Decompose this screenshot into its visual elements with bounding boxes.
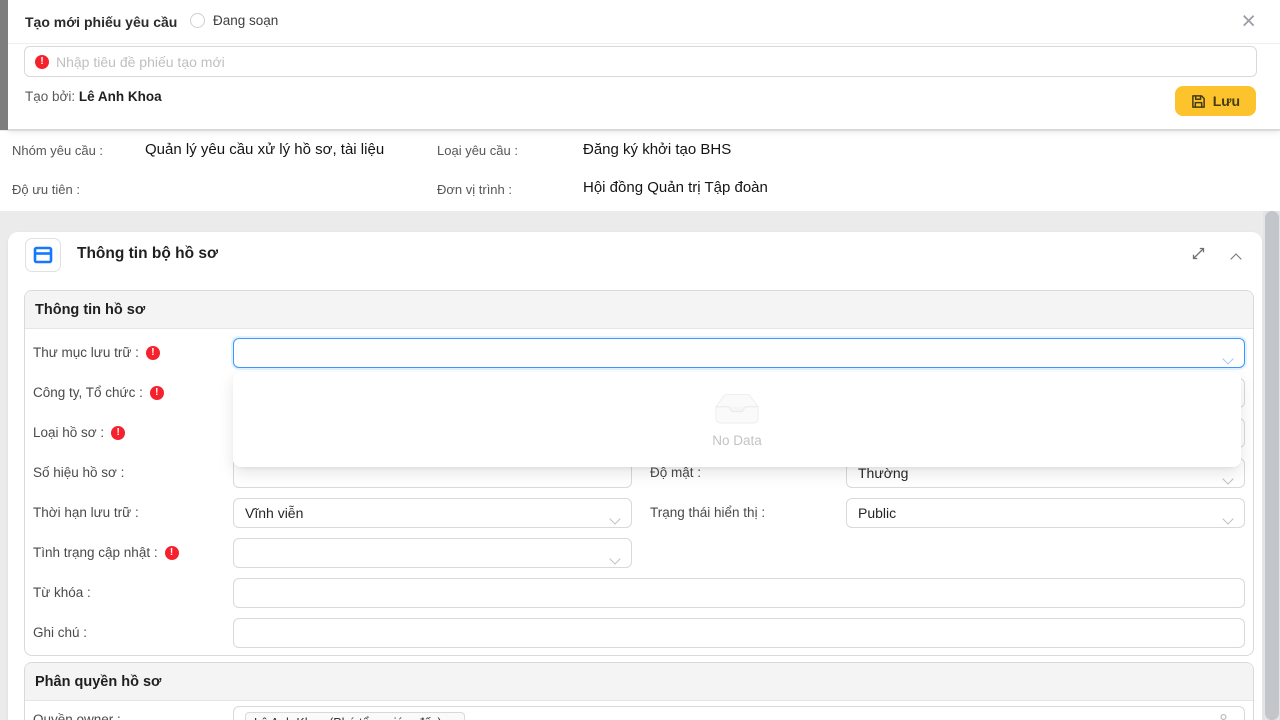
- note-label: Ghi chú :: [33, 625, 87, 640]
- retention-label: Thời hạn lưu trữ :: [33, 505, 139, 520]
- permission-panel-header: Phân quyền hồ sơ: [25, 663, 1253, 701]
- folder-label: Thư mục lưu trữ : !: [33, 345, 160, 360]
- owner-label-text: Quyền owner :: [33, 712, 121, 720]
- save-button-label: Lưu: [1213, 93, 1240, 109]
- keyword-input[interactable]: [233, 578, 1245, 608]
- user-icon: [1217, 713, 1230, 720]
- dossier-icon-box: [25, 238, 61, 272]
- created-by-label: Tạo bởi:: [25, 89, 75, 104]
- modal-title: Tạo mới phiếu yêu cầu: [25, 14, 177, 30]
- update-status-label: Tình trạng cập nhật : !: [33, 545, 179, 560]
- dossier-number-label-text: Số hiệu hồ sơ :: [33, 465, 124, 480]
- group-label: Nhóm yêu cầu :: [12, 143, 103, 158]
- display-status-label: Trạng thái hiển thị :: [650, 505, 765, 520]
- dossier-card-header: Thông tin bộ hồ sơ: [8, 232, 1262, 278]
- save-icon: [1191, 94, 1206, 109]
- status-radio-label: Đang soạn: [213, 13, 278, 28]
- dossier-card-title: Thông tin bộ hồ sơ: [77, 245, 218, 263]
- retention-value: Vĩnh viễn: [245, 505, 303, 521]
- required-icon: !: [35, 55, 49, 69]
- dossier-card: Thông tin bộ hồ sơ Thông tin hồ sơ Thư m…: [8, 232, 1262, 720]
- title-input-placeholder: Nhập tiêu đề phiếu tạo mới: [56, 54, 225, 70]
- chevron-down-icon: [611, 550, 619, 566]
- note-label-text: Ghi chú :: [33, 625, 87, 640]
- expand-icon[interactable]: [1191, 246, 1206, 266]
- update-status-select[interactable]: [233, 538, 632, 568]
- retention-label-text: Thời hạn lưu trữ :: [33, 505, 139, 520]
- scrollbar-track[interactable]: [1263, 211, 1280, 720]
- no-data-text: No Data: [712, 433, 762, 448]
- owner-label: Quyền owner :: [33, 712, 121, 720]
- created-by: Tạo bởi: Lê Anh Khoa: [25, 89, 162, 104]
- scrollbar-thumb[interactable]: [1265, 211, 1279, 720]
- owner-tag-label: Lê Anh Khoa (Phó tổng giám đốc): [254, 716, 442, 720]
- doc-type-label: Loại hồ sơ : !: [33, 425, 125, 440]
- doc-type-label-text: Loại hồ sơ :: [33, 425, 104, 440]
- display-status-value: Public: [858, 505, 896, 521]
- status-radio-group[interactable]: Đang soạn: [190, 13, 278, 28]
- create-request-modal: Tạo mới phiếu yêu cầu Đang soạn × ! Nhập…: [0, 0, 1280, 720]
- unit-value: Hội đồng Quản trị Tập đoàn: [583, 179, 768, 196]
- permission-panel-title: Phân quyền hồ sơ: [35, 674, 161, 690]
- update-status-label-text: Tình trạng cập nhật :: [33, 545, 158, 560]
- required-icon: !: [146, 346, 160, 360]
- owner-field[interactable]: Lê Anh Khoa (Phó tổng giám đốc) ×: [233, 706, 1245, 720]
- type-value: Đăng ký khởi tạo BHS: [583, 141, 731, 158]
- chevron-down-icon: [1224, 350, 1232, 366]
- modal-title-row: Tạo mới phiếu yêu cầu Đang soạn ×: [8, 0, 1280, 44]
- secrecy-label: Độ mật :: [650, 465, 701, 480]
- chevron-down-icon: [1224, 470, 1232, 486]
- type-label: Loại yêu cầu :: [437, 143, 518, 158]
- owner-tag[interactable]: Lê Anh Khoa (Phó tổng giám đốc) ×: [245, 712, 465, 720]
- save-button[interactable]: Lưu: [1175, 86, 1256, 116]
- organization-label-text: Công ty, Tổ chức :: [33, 385, 143, 400]
- retention-select[interactable]: Vĩnh viễn: [233, 498, 632, 528]
- secrecy-label-text: Độ mật :: [650, 465, 701, 480]
- overlay-edge: [0, 0, 8, 130]
- organization-label: Công ty, Tổ chức : !: [33, 385, 164, 400]
- unit-label: Đơn vị trình :: [437, 182, 512, 197]
- required-icon: !: [165, 546, 179, 560]
- title-input[interactable]: ! Nhập tiêu đề phiếu tạo mới: [24, 46, 1257, 77]
- keyword-label: Từ khóa :: [33, 585, 91, 600]
- created-by-name: Lê Anh Khoa: [79, 89, 162, 104]
- group-value: Quản lý yêu cầu xử lý hồ sơ, tài liệu: [145, 141, 384, 158]
- info-panel-header: Thông tin hồ sơ: [25, 291, 1253, 329]
- collapse-icon[interactable]: [1232, 250, 1240, 268]
- required-icon: !: [150, 386, 164, 400]
- empty-box-icon: [711, 391, 763, 425]
- chevron-down-icon: [611, 510, 619, 526]
- remove-tag-icon[interactable]: ×: [449, 716, 457, 720]
- modal-header: Tạo mới phiếu yêu cầu Đang soạn × ! Nhập…: [8, 0, 1280, 130]
- info-panel-title: Thông tin hồ sơ: [35, 302, 145, 318]
- dossier-panel-icon: [33, 246, 53, 264]
- radio-unchecked-icon[interactable]: [190, 13, 205, 28]
- display-status-label-text: Trạng thái hiển thị :: [650, 505, 765, 520]
- required-icon: !: [111, 426, 125, 440]
- keyword-label-text: Từ khóa :: [33, 585, 91, 600]
- folder-select[interactable]: [233, 338, 1245, 368]
- priority-label: Độ ưu tiên :: [12, 182, 80, 197]
- dossier-number-label: Số hiệu hồ sơ :: [33, 465, 124, 480]
- chevron-down-icon: [1224, 510, 1232, 526]
- request-summary: Nhóm yêu cầu : Quản lý yêu cầu xử lý hồ …: [0, 131, 1280, 211]
- secrecy-value: Thường: [858, 465, 908, 481]
- display-status-select[interactable]: Public: [846, 498, 1245, 528]
- folder-label-text: Thư mục lưu trữ :: [33, 345, 139, 360]
- note-input[interactable]: [233, 618, 1245, 648]
- close-icon[interactable]: ×: [1241, 6, 1256, 36]
- folder-select-dropdown: No Data: [233, 372, 1241, 467]
